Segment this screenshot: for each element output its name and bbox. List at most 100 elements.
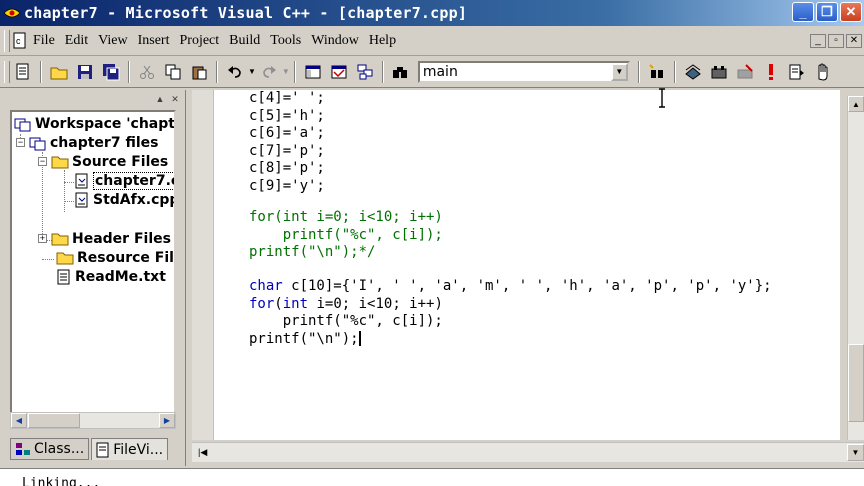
tree-node-readme[interactable]: ReadMe.txt bbox=[56, 267, 166, 286]
menu-window[interactable]: Window bbox=[306, 33, 364, 49]
restore-button[interactable]: ❐ bbox=[816, 2, 838, 22]
output-panel: Linking... bbox=[0, 468, 864, 486]
menu-file[interactable]: File bbox=[28, 33, 60, 49]
workspace-icon bbox=[14, 118, 31, 131]
code-line: c[9]='y'; bbox=[249, 177, 325, 194]
minimize-button[interactable]: _ bbox=[792, 2, 814, 22]
fileview-icon bbox=[96, 442, 109, 457]
tree-horizontal-scrollbar[interactable]: ◀ ▶ bbox=[10, 412, 176, 429]
scroll-right-icon[interactable]: ▶ bbox=[159, 413, 175, 428]
tree-node-header-files[interactable]: + Header Files bbox=[38, 229, 171, 248]
tree-node-file-label: StdAfx.cpp bbox=[93, 191, 176, 208]
mdi-restore-button[interactable]: ▫ bbox=[828, 34, 844, 48]
build-icon[interactable] bbox=[707, 60, 731, 84]
execute-icon[interactable] bbox=[759, 60, 783, 84]
workspace-panel: ▲ ✕ Workspace 'chapte − chapter7 files −… bbox=[0, 90, 186, 466]
mdi-minimize-button[interactable]: _ bbox=[810, 34, 826, 48]
close-button[interactable]: ✕ bbox=[840, 2, 862, 22]
menu-project[interactable]: Project bbox=[175, 33, 225, 49]
project-icon bbox=[29, 137, 46, 150]
folder-icon bbox=[56, 252, 74, 265]
code-line: c[7]='p'; bbox=[249, 142, 325, 159]
scroll-thumb[interactable] bbox=[28, 413, 80, 428]
collapse-icon[interactable]: − bbox=[16, 138, 25, 147]
visual-cpp-icon[interactable] bbox=[2, 4, 22, 22]
code-area[interactable]: c[4]=' '; c[5]='h'; c[6]='a'; c[7]='p'; … bbox=[214, 90, 840, 440]
function-combo[interactable]: main ▼ bbox=[417, 60, 630, 83]
code-line: c[6]='a'; bbox=[249, 125, 325, 141]
workspace-toggle-icon[interactable] bbox=[301, 60, 325, 84]
scroll-up-icon[interactable]: ▲ bbox=[848, 96, 864, 112]
editor-horizontal-scrollbar[interactable]: |◀ ▼ bbox=[192, 442, 864, 462]
code-line: c[8]='p'; bbox=[249, 160, 325, 176]
document-icon[interactable]: c bbox=[12, 32, 28, 50]
text-file-icon bbox=[57, 269, 70, 284]
open-folder-icon[interactable] bbox=[47, 60, 71, 84]
code-line: printf("\n");*/ bbox=[249, 244, 376, 260]
find-icon[interactable] bbox=[645, 60, 669, 84]
tree-node-source-files[interactable]: − Source Files bbox=[38, 152, 168, 171]
window-list-icon[interactable] bbox=[353, 60, 377, 84]
tree-node-header-files-label: Header Files bbox=[72, 230, 171, 247]
redo-dropdown-icon[interactable]: ▼ bbox=[282, 67, 290, 76]
code-editor: c[4]=' '; c[5]='h'; c[6]='a'; c[7]='p'; … bbox=[192, 90, 864, 466]
output-toggle-icon[interactable] bbox=[327, 60, 351, 84]
editor-vertical-scrollbar[interactable]: ▲ bbox=[847, 96, 864, 440]
insert-remove-breakpoint-icon[interactable] bbox=[785, 60, 809, 84]
tree-node-workspace[interactable]: Workspace 'chapte bbox=[14, 114, 174, 133]
undo-icon[interactable] bbox=[223, 60, 247, 84]
menu-edit[interactable]: Edit bbox=[60, 33, 93, 49]
menu-grip[interactable] bbox=[4, 29, 10, 52]
toolbar-grip[interactable] bbox=[4, 60, 10, 83]
panel-maximize-button[interactable]: ▲ bbox=[154, 94, 166, 105]
expand-icon[interactable]: + bbox=[38, 234, 47, 243]
menu-insert[interactable]: Insert bbox=[133, 33, 175, 49]
scroll-thumb[interactable] bbox=[848, 344, 864, 422]
tab-classview-label: Class... bbox=[34, 441, 85, 457]
file-tree[interactable]: Workspace 'chapte − chapter7 files − Sou… bbox=[10, 110, 176, 426]
cut-icon[interactable] bbox=[135, 60, 159, 84]
tree-node-resource-files[interactable]: Resource File bbox=[56, 248, 174, 267]
tab-classview[interactable]: Class... bbox=[10, 438, 90, 460]
tree-node-file[interactable]: chapter7.c bbox=[74, 171, 174, 190]
menu-build[interactable]: Build bbox=[224, 33, 265, 49]
mdi-close-button[interactable]: ✕ bbox=[846, 34, 862, 48]
panel-close-button[interactable]: ✕ bbox=[169, 94, 181, 105]
menu-help[interactable]: Help bbox=[364, 33, 401, 49]
new-text-file-icon[interactable] bbox=[11, 60, 35, 84]
save-icon[interactable] bbox=[73, 60, 97, 84]
find-in-files-icon[interactable] bbox=[389, 60, 413, 84]
tab-fileview[interactable]: FileVi... bbox=[91, 438, 169, 460]
menu-view[interactable]: View bbox=[93, 33, 132, 49]
undo-dropdown-icon[interactable]: ▼ bbox=[248, 67, 256, 76]
scroll-down-icon[interactable]: ▼ bbox=[847, 444, 864, 461]
tree-node-project[interactable]: − chapter7 files bbox=[16, 133, 158, 152]
svg-text:c: c bbox=[16, 36, 21, 46]
collapse-icon[interactable]: − bbox=[38, 157, 47, 166]
compile-icon[interactable] bbox=[681, 60, 705, 84]
scroll-left-icon[interactable]: ◀ bbox=[11, 413, 27, 428]
function-combo-arrow-icon[interactable]: ▼ bbox=[610, 62, 628, 81]
save-all-icon[interactable] bbox=[99, 60, 123, 84]
tree-node-file-label: chapter7.c bbox=[93, 171, 174, 190]
go-hand-icon[interactable] bbox=[811, 60, 835, 84]
source-file-icon bbox=[75, 192, 88, 207]
scroll-left-icon[interactable]: |◀ bbox=[198, 447, 207, 458]
stop-build-icon[interactable] bbox=[733, 60, 757, 84]
ibeam-cursor-icon bbox=[659, 88, 665, 108]
tree-node-readme-label: ReadMe.txt bbox=[75, 268, 166, 285]
editor-gutter[interactable] bbox=[192, 90, 214, 440]
code-line: printf("%c", c[i]); bbox=[249, 313, 443, 329]
code-line: for(int i=0; i<10; i++) bbox=[249, 295, 443, 312]
redo-icon[interactable] bbox=[257, 60, 281, 84]
menu-tools[interactable]: Tools bbox=[265, 33, 306, 49]
tree-node-file[interactable]: StdAfx.cpp bbox=[74, 190, 176, 209]
code-line: c[5]='h'; bbox=[249, 107, 325, 124]
code-line: printf("\n"); bbox=[249, 331, 361, 348]
open-folder-icon bbox=[51, 156, 69, 169]
code-line: char c[10]={'I', ' ', 'a', 'm', ' ', 'h'… bbox=[249, 278, 772, 294]
code-line-text: printf("\n"); bbox=[249, 330, 359, 347]
copy-icon[interactable] bbox=[161, 60, 185, 84]
paste-icon[interactable] bbox=[187, 60, 211, 84]
window-title: chapter7 - Microsoft Visual C++ - [chapt… bbox=[24, 4, 468, 22]
